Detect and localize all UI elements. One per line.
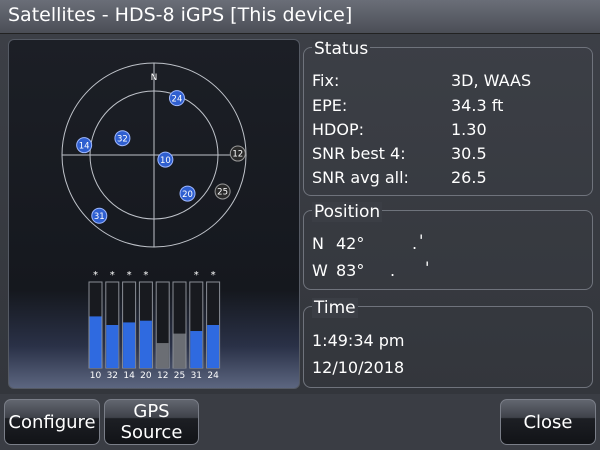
used-in-fix-marker: *	[93, 270, 98, 281]
satellite-32: 32	[114, 130, 131, 147]
signal-bar-fill	[190, 331, 203, 368]
signal-bar-label: 10	[90, 371, 102, 381]
gps-source-label-line1: GPS	[133, 401, 170, 422]
status-fix-value: 3D, WAAS	[451, 71, 532, 90]
latitude-minute-mark: '	[419, 231, 424, 250]
signal-bar-32: 32 *	[105, 270, 120, 381]
signal-bar-fill	[106, 325, 119, 368]
signal-bar-fill	[173, 333, 186, 368]
longitude-hemisphere: W	[312, 261, 328, 280]
satellite-31: 31	[91, 207, 108, 224]
sky-grid: N	[61, 62, 247, 248]
satellite-12: 12	[229, 145, 246, 162]
close-button[interactable]: Close	[500, 399, 596, 445]
status-hdop-label: HDOP:	[312, 120, 364, 139]
signal-bar-fill	[156, 343, 169, 368]
satellite-label: 25	[217, 188, 228, 198]
latitude-degrees: 42°	[336, 234, 365, 253]
signal-bar-fill	[89, 316, 102, 368]
position-group: Position N 42° . ' W 83° . '	[303, 202, 593, 290]
satellite-label: 12	[232, 150, 243, 160]
signal-bar-fill	[207, 325, 220, 368]
signal-bar-label: 32	[107, 371, 118, 381]
time-title: Time	[312, 298, 358, 318]
satellite-label: 31	[94, 212, 105, 222]
used-in-fix-marker: *	[110, 270, 115, 281]
signal-bar-20: 20 *	[138, 270, 153, 381]
satellite-14: 14	[76, 137, 93, 154]
window-title: Satellites - HDS-8 iGPS [This device]	[8, 4, 353, 26]
gps-source-button[interactable]: GPS Source	[104, 399, 199, 445]
signal-bar-25: 25	[172, 281, 187, 381]
used-in-fix-marker: *	[211, 270, 216, 281]
latitude-dot: .	[412, 234, 418, 253]
status-title: Status	[312, 39, 371, 59]
satellite-sky-panel: N 24 32 14 12 10 25 20 31 10 * 32 * 14 * 20 * 12 25 31 * 24…	[8, 39, 300, 389]
satellite-10: 10	[157, 151, 174, 168]
signal-bar-label: 14	[123, 371, 135, 381]
longitude-minute-mark: '	[425, 258, 430, 277]
signal-bar-fill	[123, 322, 136, 368]
satellite-24: 24	[168, 90, 185, 107]
status-epe-value: 34.3 ft	[451, 96, 504, 115]
signal-bar-label: 20	[140, 371, 152, 381]
satellite-label: 20	[182, 190, 193, 200]
used-in-fix-marker: *	[127, 270, 132, 281]
signal-bar-24: 24 *	[206, 270, 221, 381]
status-snr-best-label: SNR best 4:	[312, 144, 406, 163]
sky-plot: N 2432141210252031 10*32*14*20*12 25 31*24…	[61, 62, 247, 381]
longitude-dot: .	[390, 261, 396, 280]
signal-bar-label: 24	[207, 371, 219, 381]
satellite-25: 25	[214, 183, 231, 200]
signal-bar-fill	[139, 320, 152, 368]
time-group: Time 1:49:34 pm 12/10/2018	[303, 298, 593, 388]
configure-button-label: Configure	[8, 411, 96, 433]
north-label: N	[151, 73, 158, 83]
satellite-markers: 24 32 14 12 10 25 20 31	[76, 90, 246, 224]
status-snr-avg-label: SNR avg all:	[312, 168, 409, 187]
satellite-label: 32	[117, 134, 128, 144]
position-title: Position	[312, 202, 383, 222]
status-snr-avg-value: 26.5	[451, 168, 487, 187]
signal-bar-label: 31	[191, 371, 202, 381]
status-group: Status Fix: 3D, WAAS EPE: 34.3 ft HDOP: …	[303, 39, 593, 196]
signal-bar-label: 25	[174, 371, 185, 381]
satellite-20: 20	[179, 185, 196, 202]
time-clock: 1:49:34 pm	[312, 331, 405, 350]
status-fix-label: Fix:	[312, 71, 340, 90]
signal-bar-10: 10 *	[88, 270, 103, 381]
status-epe-label: EPE:	[312, 96, 348, 115]
satellite-label: 10	[160, 156, 171, 166]
satellite-label: 24	[172, 94, 183, 104]
signal-bar-31: 31 *	[189, 270, 204, 381]
used-in-fix-marker: *	[194, 270, 199, 281]
status-hdop-value: 1.30	[451, 120, 487, 139]
signal-bar-12: 12	[155, 281, 170, 381]
signal-bars: 10 * 32 * 14 * 20 * 12 25 31 * 24 *	[88, 270, 221, 381]
gps-source-label-line2: Source	[120, 422, 183, 443]
latitude-hemisphere: N	[312, 234, 324, 253]
longitude-degrees: 83°	[336, 261, 365, 280]
close-button-label: Close	[523, 411, 573, 433]
time-date: 12/10/2018	[312, 358, 405, 377]
signal-bar-14: 14 *	[122, 270, 137, 381]
title-bar: Satellites - HDS-8 iGPS [This device]	[0, 0, 600, 34]
configure-button[interactable]: Configure	[4, 399, 100, 445]
signal-bar-label: 12	[157, 371, 168, 381]
used-in-fix-marker: *	[143, 270, 148, 281]
satellite-label: 14	[79, 141, 90, 151]
status-snr-best-value: 30.5	[451, 144, 487, 163]
